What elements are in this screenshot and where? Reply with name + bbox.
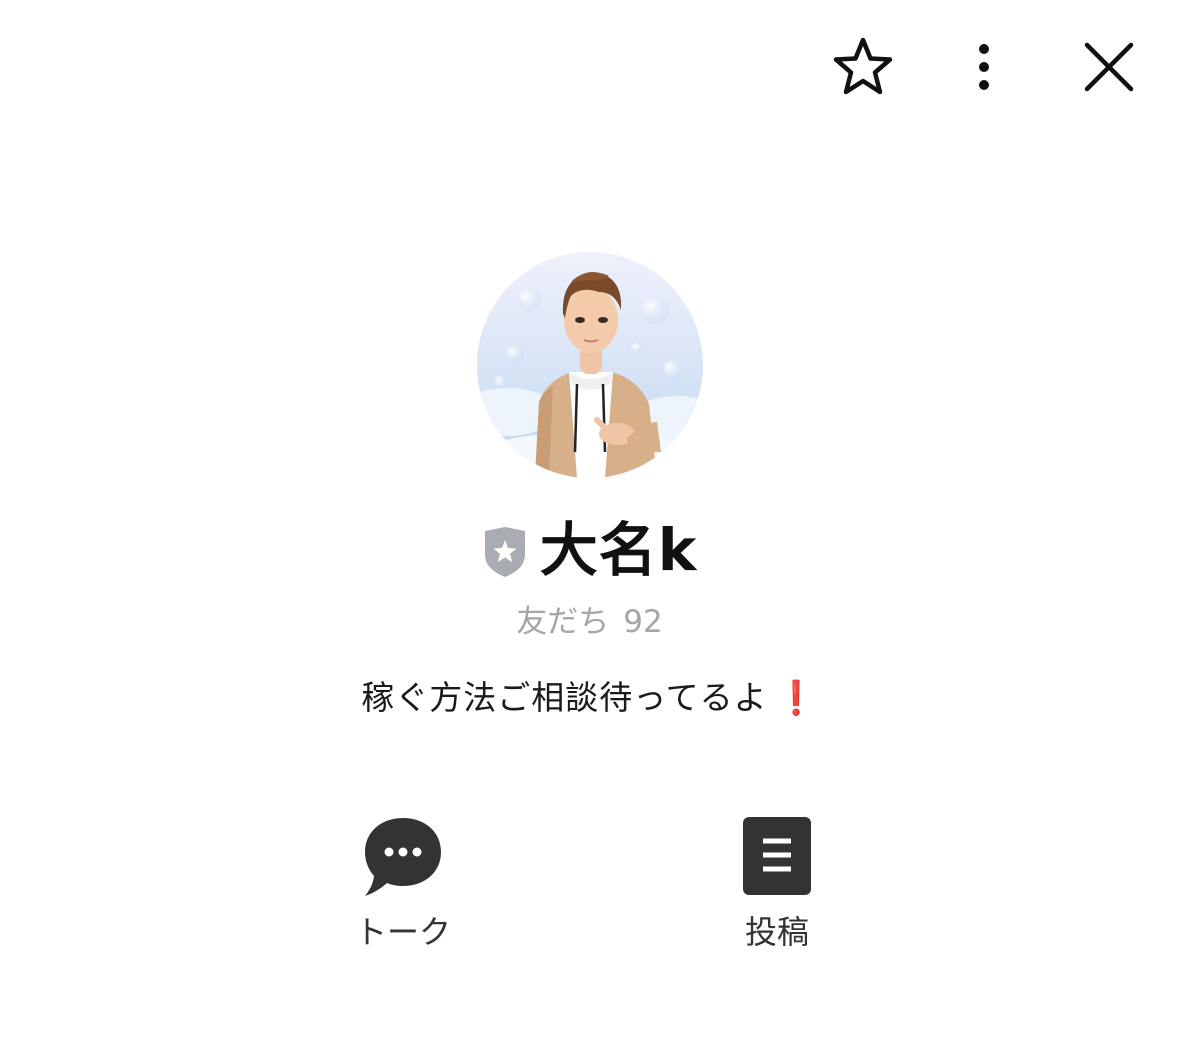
posts-label: 投稿 xyxy=(744,913,809,951)
profile-name-row: 大名k xyxy=(0,512,1179,588)
shield-star-icon xyxy=(484,527,525,577)
star-outline-icon xyxy=(833,37,893,95)
talk-button[interactable]: トーク xyxy=(330,808,476,952)
favorite-button[interactable] xyxy=(828,32,898,102)
profile-screen: 大名k 友だち 92 稼ぐ方法ご相談待ってるよ ❗ トーク 投稿 xyxy=(0,0,1179,1044)
status-message-row: 稼ぐ方法ご相談待ってるよ ❗ xyxy=(0,672,1179,724)
friends-count: 92 xyxy=(623,604,663,640)
friends-label: 友だち xyxy=(516,604,610,640)
chat-bubble-icon xyxy=(365,818,441,896)
close-button[interactable] xyxy=(1074,32,1144,102)
status-message: 稼ぐ方法ご相談待ってるよ xyxy=(361,678,768,717)
profile-avatar[interactable] xyxy=(477,252,703,478)
vertical-ellipsis-icon xyxy=(979,44,989,90)
posts-button[interactable]: 投稿 xyxy=(704,808,850,952)
document-list-icon xyxy=(743,817,811,895)
more-options-button[interactable] xyxy=(954,32,1014,102)
exclamation-emoji: ❗ xyxy=(775,678,818,717)
close-x-icon xyxy=(1084,42,1134,92)
talk-label: トーク xyxy=(354,913,451,951)
friends-count-row[interactable]: 友だち 92 xyxy=(0,600,1179,644)
profile-name: 大名k xyxy=(539,516,698,584)
